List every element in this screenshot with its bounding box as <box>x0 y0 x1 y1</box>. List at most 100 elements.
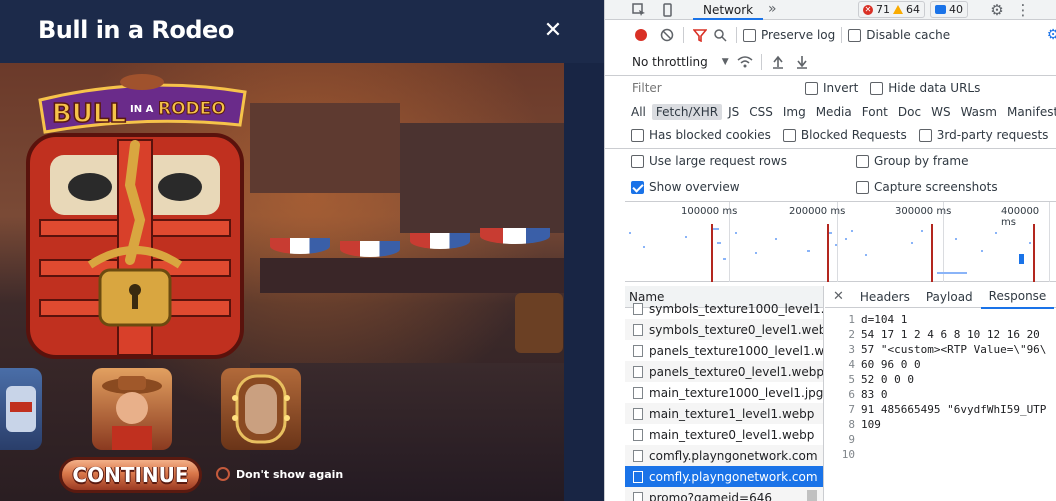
feature-thumbnail-mirror <box>221 368 301 450</box>
checkbox-box[interactable] <box>918 128 932 142</box>
request-row[interactable]: symbols_texture0_level1.webp <box>625 319 823 340</box>
resource-type-filter[interactable]: Fetch/XHR <box>651 104 723 120</box>
preserve-log-label: Preserve log <box>761 28 836 42</box>
blocked-cookies-checkbox[interactable]: Has blocked cookies <box>631 128 771 142</box>
search-icon[interactable] <box>710 25 730 45</box>
resource-type-filter[interactable]: Font <box>858 104 892 120</box>
request-row[interactable]: panels_texture0_level1.webp <box>625 361 823 382</box>
checkbox-box[interactable] <box>856 180 869 194</box>
network-settings-icon[interactable]: ⚙ <box>1043 25 1056 45</box>
resource-type-filter[interactable]: All <box>627 104 650 120</box>
resource-type-filter[interactable]: Wasm <box>957 104 1001 120</box>
request-row[interactable]: promo?gameid=646 <box>625 487 823 501</box>
line-number: 9 <box>848 433 855 446</box>
file-icon <box>633 386 643 399</box>
inspect-element-icon[interactable] <box>629 0 649 20</box>
hide-data-urls-label: Hide data URLs <box>888 81 981 95</box>
response-line: 3 57 "<custom><RTP Value=\"96\ <box>825 342 1056 357</box>
tab-network[interactable]: Network <box>693 0 764 20</box>
checkbox-box[interactable] <box>805 81 818 95</box>
bunting <box>270 238 330 254</box>
checkbox-box[interactable] <box>848 28 862 42</box>
record-icon[interactable] <box>631 25 651 45</box>
response-line: 4 60 96 0 0 <box>825 357 1056 372</box>
response-line: 7 91 485665495 "6vydfWhI59_UTP <box>825 402 1056 417</box>
capture-screenshots-label: Capture screenshots <box>874 180 998 194</box>
resource-type-filter[interactable]: JS <box>724 104 743 120</box>
group-by-frame-checkbox[interactable]: Group by frame <box>856 154 968 168</box>
resource-type-filter[interactable]: CSS <box>745 104 777 120</box>
dont-show-radio[interactable] <box>216 467 230 481</box>
line-content: 60 96 0 0 <box>861 358 921 371</box>
resource-type-filter[interactable]: Img <box>779 104 810 120</box>
device-toolbar-icon[interactable] <box>657 0 677 20</box>
response-body[interactable]: 1 d=104 1 2 54 17 1 2 4 6 8 10 12 16 20 3 57 … <box>825 308 1056 462</box>
warning-icon <box>893 5 903 14</box>
response-line: 6 83 0 <box>825 387 1056 402</box>
file-icon <box>633 491 643 501</box>
line-content: 83 0 <box>861 388 888 401</box>
request-row[interactable]: main_texture1000_level1.jpg <box>625 382 823 403</box>
request-row[interactable]: symbols_texture1000_level1.jpg <box>625 298 823 319</box>
network-conditions-icon[interactable] <box>735 52 755 72</box>
invert-checkbox[interactable]: Invert <box>805 81 858 95</box>
devtools-tab-bar: Network » ✕ 71 64 40 ⚙ ⋮ <box>605 0 1056 20</box>
checkbox-box[interactable] <box>743 28 756 42</box>
checkbox-box[interactable] <box>782 128 796 142</box>
response-line: 9 <box>825 432 1056 447</box>
show-overview-label: Show overview <box>649 180 740 194</box>
third-party-checkbox[interactable]: 3rd-party requests <box>918 128 1048 142</box>
disable-cache-checkbox[interactable]: Disable cache <box>848 28 950 42</box>
filter-input[interactable] <box>627 79 793 97</box>
request-row[interactable]: panels_texture1000_level1.webp <box>625 340 823 361</box>
export-har-icon[interactable] <box>792 52 812 72</box>
messages-badge[interactable]: 40 <box>930 1 968 18</box>
scrollbar-thumb[interactable] <box>807 490 817 501</box>
show-overview-checkbox[interactable]: Show overview <box>631 180 856 194</box>
devtools-panel: Network » ✕ 71 64 40 ⚙ ⋮ Preserve log Di… <box>604 0 1056 501</box>
tab-payload[interactable]: Payload <box>918 286 981 308</box>
large-rows-label: Use large request rows <box>649 154 787 168</box>
response-line: 5 52 0 0 0 <box>825 372 1056 387</box>
large-rows-checkbox[interactable]: Use large request rows <box>631 154 856 168</box>
close-icon[interactable]: ✕ <box>825 286 852 308</box>
request-name: symbols_texture1000_level1.jpg <box>649 301 823 316</box>
checkbox-box[interactable] <box>870 81 884 95</box>
checkbox-box-checked[interactable] <box>631 180 644 194</box>
close-icon[interactable]: ✕ <box>542 20 564 42</box>
network-overview-timeline[interactable]: 100000 ms 200000 ms 300000 ms 400000 ms <box>625 201 1056 282</box>
continue-button[interactable]: CONTINUE <box>59 457 202 493</box>
dont-show-again-toggle[interactable]: Don't show again <box>216 467 343 481</box>
preserve-log-checkbox[interactable]: Preserve log <box>743 28 835 42</box>
more-tabs-icon[interactable]: » <box>768 0 777 18</box>
more-options-icon[interactable]: ⋮ <box>1013 0 1033 20</box>
checkbox-box[interactable] <box>856 154 869 168</box>
resource-type-filter[interactable]: WS <box>927 104 954 120</box>
checkbox-box[interactable] <box>631 154 644 168</box>
filter-icon[interactable] <box>690 25 710 45</box>
group-by-frame-label: Group by frame <box>874 154 969 168</box>
resource-type-filter[interactable]: Media <box>812 104 856 120</box>
request-row[interactable]: comfly.playngonetwork.com <box>625 445 823 466</box>
checkbox-box[interactable] <box>631 128 644 142</box>
request-row[interactable]: main_texture0_level1.webp <box>625 424 823 445</box>
errors-badge[interactable]: ✕ 71 64 <box>858 1 925 18</box>
tab-headers[interactable]: Headers <box>852 286 918 308</box>
blocked-requests-checkbox[interactable]: Blocked Requests <box>782 128 907 142</box>
hide-data-urls-checkbox[interactable]: Hide data URLs <box>870 81 980 95</box>
request-row[interactable]: main_texture1_level1.webp <box>625 403 823 424</box>
resource-type-filter[interactable]: Manifest <box>1003 104 1056 120</box>
feature-thumbnail-cowboy <box>92 368 172 450</box>
messages-count: 40 <box>949 3 963 16</box>
import-har-icon[interactable] <box>768 52 788 72</box>
capture-screenshots-checkbox[interactable]: Capture screenshots <box>856 180 998 194</box>
file-icon <box>633 428 643 441</box>
settings-gear-icon[interactable]: ⚙ <box>987 0 1007 20</box>
clear-icon[interactable] <box>657 25 677 45</box>
request-row[interactable]: comfly.playngonetwork.com <box>625 466 823 487</box>
response-line: 10 <box>825 447 1056 462</box>
resource-type-filter[interactable]: Doc <box>894 104 925 120</box>
throttling-select[interactable]: No throttling ▼ <box>632 55 729 69</box>
file-icon <box>633 449 643 462</box>
tab-response[interactable]: Response <box>980 285 1055 309</box>
